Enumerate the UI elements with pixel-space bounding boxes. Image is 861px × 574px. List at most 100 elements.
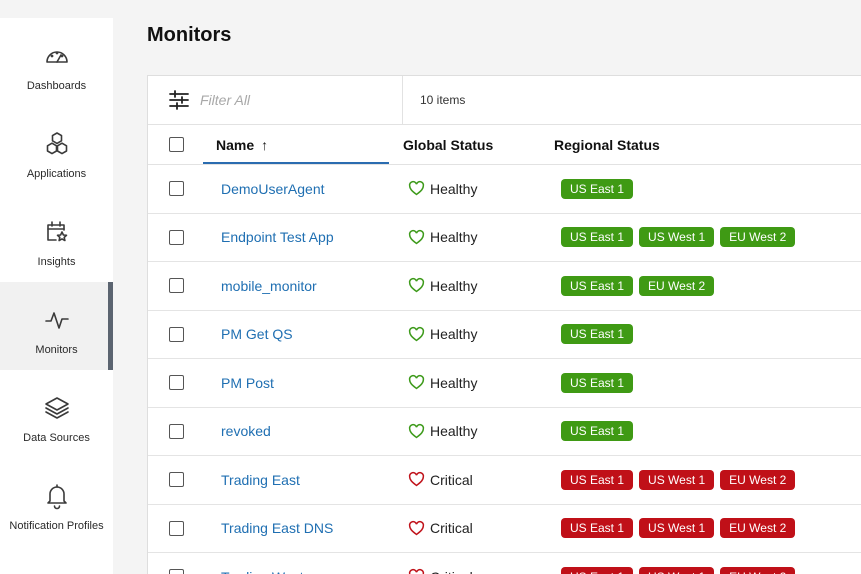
monitor-name-link[interactable]: revoked xyxy=(221,423,271,439)
sidebar-item-notification-profiles[interactable]: Notification Profiles xyxy=(0,458,113,546)
sort-ascending-icon: ↑ xyxy=(261,136,269,153)
regional-status-badges: US East 1US West 1EU West 2 xyxy=(554,469,861,490)
regional-status-badges: US East 1US West 1EU West 2 xyxy=(554,227,861,248)
global-status: Healthy xyxy=(403,277,554,294)
select-all-checkbox[interactable] xyxy=(169,137,184,152)
monitors-panel: 10 items Name ↑ Global Status Regional S… xyxy=(147,75,861,574)
filter-input[interactable] xyxy=(200,92,400,108)
global-status-label: Healthy xyxy=(430,277,478,294)
monitor-name-link[interactable]: Endpoint Test App xyxy=(221,229,334,245)
calendar-star-icon xyxy=(46,221,67,242)
filter-box xyxy=(148,76,403,124)
row-checkbox[interactable] xyxy=(169,423,184,439)
global-status-header[interactable]: Global Status xyxy=(403,137,554,153)
global-status: Critical xyxy=(403,568,554,574)
heart-icon xyxy=(408,568,430,574)
global-status-label: Healthy xyxy=(430,374,478,391)
table-row: Trading East Critical US East 1 US West 1 EU… xyxy=(148,456,861,505)
table-row: PM Post Healthy US East 1 xyxy=(148,359,861,408)
global-status: Healthy xyxy=(403,180,554,197)
monitor-name-link[interactable]: Trading West xyxy=(221,569,303,574)
regional-status-header[interactable]: Regional Status xyxy=(554,137,861,153)
table-row: PM Get QS Healthy US East 1 xyxy=(148,311,861,359)
global-status-label: Critical xyxy=(430,520,473,537)
regional-status-badges: US East 1US West 1EU West 2 xyxy=(554,518,861,539)
global-status: Healthy xyxy=(403,374,554,391)
region-badge: EU West 2 xyxy=(639,275,715,296)
table-header: Name ↑ Global Status Regional Status xyxy=(148,125,861,165)
region-badge: EU West 2 xyxy=(720,227,796,248)
sort-underline xyxy=(203,162,389,164)
monitor-name-link[interactable]: PM Get QS xyxy=(221,326,293,342)
global-status-label: Critical xyxy=(430,471,473,488)
regional-status-badges: US East 1 xyxy=(554,324,861,345)
table-row: Trading East DNS Critical US East 1 US West… xyxy=(148,505,861,553)
heart-icon xyxy=(408,180,430,197)
region-badge: US East 1 xyxy=(561,372,634,393)
table-body: DemoUserAgent Healthy US East 1 Endpoint Te… xyxy=(148,165,861,574)
bell-icon xyxy=(46,484,67,510)
region-badge: US West 1 xyxy=(639,227,715,248)
sidebar-item-insights[interactable]: Insights xyxy=(0,194,113,282)
page-title: Monitors xyxy=(147,24,232,46)
monitor-name-link[interactable]: mobile_monitor xyxy=(221,278,317,294)
row-checkbox[interactable] xyxy=(169,375,184,391)
global-status-label: Healthy xyxy=(430,326,478,343)
region-badge: EU West 2 xyxy=(720,518,796,539)
row-checkbox[interactable] xyxy=(169,326,184,342)
monitor-name-link[interactable]: DemoUserAgent xyxy=(221,181,325,197)
table-row: revoked Healthy US East 1 xyxy=(148,408,861,456)
region-badge: US West 1 xyxy=(639,518,715,539)
monitor-name-link[interactable]: Trading East DNS xyxy=(221,520,333,536)
row-checkbox[interactable] xyxy=(169,520,184,536)
table-row: Endpoint Test App Healthy US East 1 US West… xyxy=(148,214,861,262)
monitor-name-link[interactable]: Trading East xyxy=(221,472,300,488)
region-badge: EU West 2 xyxy=(720,566,796,574)
row-checkbox[interactable] xyxy=(169,472,184,488)
region-badge: EU West 2 xyxy=(720,469,796,490)
global-status: Healthy xyxy=(403,326,554,343)
sidebar-item-label: Data Sources xyxy=(23,432,90,444)
sidebar-item-label: Applications xyxy=(26,168,87,180)
global-status: Healthy xyxy=(403,423,554,440)
heart-icon xyxy=(408,229,430,246)
table-row: mobile_monitor Healthy US East 1 EU West 2 xyxy=(148,262,861,311)
filter-sliders-icon[interactable] xyxy=(168,89,190,111)
sidebar-item-applications[interactable]: Applications xyxy=(0,106,113,194)
layers-icon xyxy=(44,397,69,419)
region-badge: US West 1 xyxy=(639,566,715,574)
sidebar-item-label: Notification Profiles xyxy=(9,520,104,532)
region-badge: US East 1 xyxy=(561,324,634,345)
heart-icon xyxy=(408,277,430,294)
monitor-name-link[interactable]: PM Post xyxy=(221,375,274,391)
regional-status-badges: US East 1 xyxy=(554,178,861,199)
row-checkbox[interactable] xyxy=(169,181,184,197)
global-status: Healthy xyxy=(403,229,554,246)
global-status-label: Critical xyxy=(430,569,473,574)
table-row: DemoUserAgent Healthy US East 1 xyxy=(148,165,861,214)
sidebar-item-label: Monitors xyxy=(35,344,78,356)
sidebar-item-monitors[interactable]: Monitors xyxy=(0,282,113,370)
region-badge: US East 1 xyxy=(561,566,634,574)
regional-status-badges: US East 1 EU West 2 xyxy=(554,275,861,296)
heart-icon xyxy=(408,471,430,488)
region-badge: US East 1 xyxy=(561,518,634,539)
row-checkbox[interactable] xyxy=(169,229,184,245)
row-checkbox[interactable] xyxy=(169,278,184,294)
row-checkbox[interactable] xyxy=(169,569,184,574)
global-status: Critical xyxy=(403,471,554,488)
toolbar: 10 items xyxy=(148,76,861,125)
sidebar-item-dashboards[interactable]: Dashboards xyxy=(0,18,113,106)
heart-icon xyxy=(408,326,430,343)
global-status: Critical xyxy=(403,520,554,537)
gauge-icon xyxy=(45,51,68,63)
name-column-header[interactable]: Name ↑ xyxy=(203,137,403,153)
regional-status-badges: US East 1 US West 1 EU West 2 xyxy=(554,566,861,574)
heart-icon xyxy=(408,374,430,391)
regional-status-badges: US East 1 xyxy=(554,372,861,393)
region-badge: US East 1 xyxy=(561,227,634,248)
heart-icon xyxy=(408,520,430,537)
sidebar-item-data-sources[interactable]: Data Sources xyxy=(0,370,113,458)
item-count: 10 items xyxy=(420,93,466,107)
name-header-label: Name xyxy=(216,136,255,153)
